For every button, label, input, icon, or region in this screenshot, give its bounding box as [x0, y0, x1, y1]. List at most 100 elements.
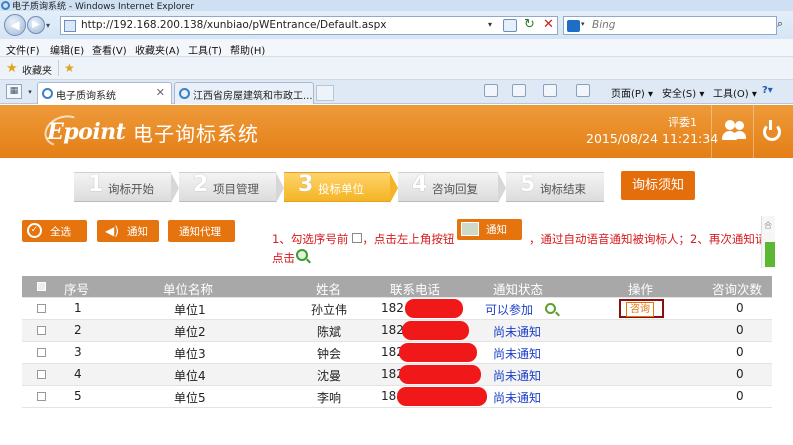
row-checkbox[interactable]	[37, 304, 46, 313]
new-tab-button[interactable]	[316, 85, 334, 101]
step-5[interactable]: 5 询标结束	[506, 172, 604, 202]
address-dropdown-icon[interactable]: ▾	[488, 20, 492, 29]
cell-status: 尚未通知	[493, 391, 542, 405]
cell-unit: 单位2	[174, 325, 206, 339]
menu-favorites[interactable]: 收藏夹(A)	[135, 42, 180, 57]
phone-redaction	[402, 321, 469, 340]
scroll-thumb[interactable]	[765, 242, 775, 267]
side-scroll-panel[interactable]: 合	[761, 216, 775, 268]
step-3[interactable]: 3 投标单位	[284, 172, 398, 203]
favorites-bar: ★ 收藏夹 ★	[0, 57, 793, 80]
print-icon[interactable]	[576, 84, 590, 97]
instruction-line2: 点击	[272, 251, 295, 265]
step-2[interactable]: 2 项目管理	[179, 172, 284, 203]
forward-arrow-icon[interactable]: ▶	[27, 16, 45, 34]
cell-unit: 单位5	[174, 391, 206, 405]
divider	[58, 60, 59, 76]
home-icon[interactable]	[484, 84, 498, 97]
step-number: 5	[520, 172, 536, 197]
select-all-checkbox[interactable]	[37, 282, 46, 291]
safety-menu[interactable]: 安全(S) ▾	[662, 85, 704, 100]
users-icon[interactable]	[722, 120, 746, 142]
cell-status: 尚未通知	[493, 347, 542, 361]
menu-view[interactable]: 查看(V)	[92, 42, 127, 57]
cell-name: 李响	[317, 391, 342, 405]
logo: Epoint	[47, 119, 126, 145]
menu-bar: 文件(F) 编辑(E) 查看(V) 收藏夹(A) 工具(T) 帮助(H)	[0, 39, 793, 57]
step-number: 3	[298, 172, 314, 197]
step-label: 询标开始	[108, 182, 154, 196]
menu-edit[interactable]: 编辑(E)	[50, 42, 84, 57]
checkbox-illustration	[352, 233, 362, 243]
main-content: 1 询标开始 2 项目管理 3 投标单位 4 咨询回复 5 询标结束 询标须知 …	[0, 158, 793, 445]
tab-active[interactable]: 电子质询系统 ✕	[37, 82, 172, 104]
step-number: 1	[88, 172, 104, 197]
notify-agent-button[interactable]: 通知代理	[168, 220, 235, 242]
tab-bar: ▦ ▾ 电子质询系统 ✕ 江西省房屋建筑和市政工... 页面(P) ▾ 安全(S…	[0, 80, 793, 104]
speaker-icon: ◀)	[105, 224, 119, 238]
history-dropdown-icon[interactable]: ▾	[46, 21, 50, 30]
power-icon[interactable]	[763, 120, 781, 141]
divider	[711, 105, 712, 158]
help-icon[interactable]: ?▾	[762, 85, 773, 96]
address-row: ◀ ▶ ▾ http://192.168.200.138/xunbiao/pWE…	[0, 11, 793, 39]
row-checkbox[interactable]	[37, 326, 46, 335]
button-label: 全选	[50, 226, 71, 238]
menu-file[interactable]: 文件(F)	[6, 42, 40, 57]
phone-redaction	[405, 299, 463, 318]
search-placeholder: Bing	[592, 19, 616, 31]
bid-notice-button[interactable]: 询标须知	[621, 171, 695, 200]
view-detail-icon[interactable]	[545, 303, 556, 314]
speaker-image-icon	[461, 222, 479, 236]
cell-count: 0	[736, 345, 744, 359]
tools-menu[interactable]: 工具(O) ▾	[713, 85, 757, 100]
row-checkbox[interactable]	[37, 348, 46, 357]
quick-tabs-icon[interactable]: ▦	[6, 84, 22, 99]
cell-count: 0	[736, 301, 744, 315]
row-checkbox[interactable]	[37, 392, 46, 401]
menu-tools[interactable]: 工具(T)	[188, 42, 222, 57]
search-box[interactable]: ▾ Bing	[563, 16, 777, 35]
select-all-button[interactable]: ✓ 全选	[22, 220, 87, 242]
compatibility-view-icon[interactable]	[503, 19, 517, 32]
header-count: 咨询次数	[712, 282, 763, 297]
search-provider-dropdown-icon[interactable]: ▾	[581, 20, 585, 28]
feeds-icon[interactable]	[512, 84, 526, 97]
header-unit: 单位名称	[163, 282, 214, 297]
step-label: 投标单位	[318, 182, 364, 196]
back-arrow-icon[interactable]: ◀	[4, 14, 26, 36]
cell-phone: 182	[381, 323, 404, 337]
step-4[interactable]: 4 咨询回复	[398, 172, 506, 203]
step-wizard: 1 询标开始 2 项目管理 3 投标单位 4 咨询回复 5 询标结束	[74, 172, 604, 203]
menu-help[interactable]: 帮助(H)	[230, 42, 265, 57]
add-favorite-icon[interactable]: ★	[64, 61, 75, 75]
cell-name: 孙立伟	[311, 303, 348, 317]
page-favicon	[64, 20, 76, 32]
instruction-part3: ，通过自动语音通知被询标人；2、再次通知请	[529, 232, 767, 246]
ie-icon	[179, 88, 190, 99]
close-tab-icon[interactable]: ✕	[156, 86, 165, 99]
consult-button[interactable]: 咨询	[619, 299, 664, 318]
cell-count: 0	[736, 323, 744, 337]
cell-name: 沈曼	[317, 369, 342, 383]
table-row: 4 单位4 沈曼 182 尚未通知 0	[22, 364, 772, 386]
stop-icon[interactable]: ✕	[543, 17, 554, 32]
refresh-icon[interactable]: ↻	[524, 17, 535, 32]
button-label: 通知	[486, 224, 507, 236]
page-menu[interactable]: 页面(P) ▾	[611, 85, 653, 100]
favorites-star-icon[interactable]: ★	[6, 61, 18, 76]
user-name: 评委1	[668, 116, 697, 129]
tab-list-dropdown-icon[interactable]: ▾	[24, 85, 36, 99]
tab-inactive[interactable]: 江西省房屋建筑和市政工...	[174, 82, 314, 104]
favorites-label[interactable]: 收藏夹	[22, 62, 52, 77]
search-icon[interactable]: ⌕	[777, 17, 783, 31]
check-circle-icon: ✓	[27, 223, 42, 238]
window-titlebar: 电子质询系统 - Windows Internet Explorer	[0, 0, 793, 12]
notify-button[interactable]: ◀) 通知	[97, 220, 159, 242]
step-1[interactable]: 1 询标开始	[74, 172, 179, 203]
notify-button-illustration: 通知	[457, 219, 522, 240]
step-number: 2	[193, 172, 209, 197]
address-bar[interactable]: http://192.168.200.138/xunbiao/pWEntranc…	[60, 16, 558, 35]
mail-icon[interactable]	[543, 84, 557, 97]
row-checkbox[interactable]	[37, 370, 46, 379]
